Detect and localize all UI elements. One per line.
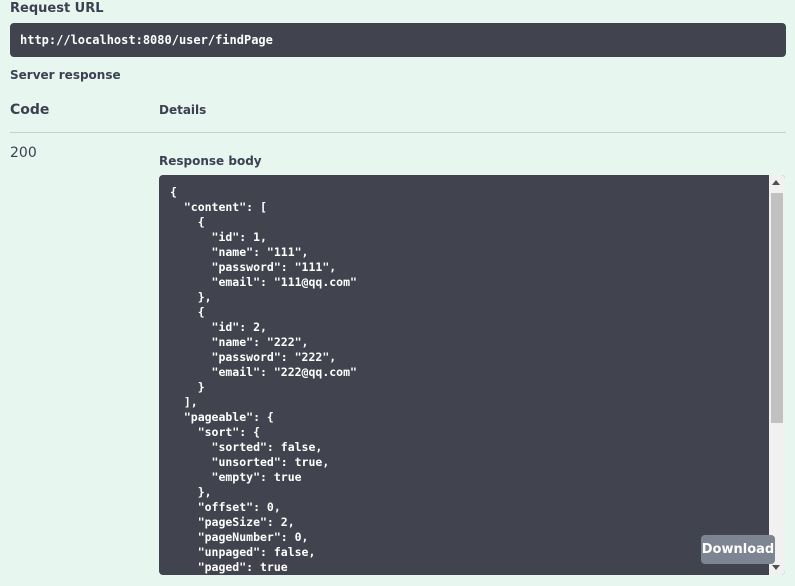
- details-column-header: Details: [159, 103, 207, 117]
- response-body-label: Response body: [159, 154, 262, 168]
- request-url-box: http://localhost:8080/user/findPage: [10, 23, 786, 57]
- server-response-heading: Server response: [10, 68, 121, 82]
- code-column-header: Code: [10, 102, 50, 118]
- scroll-up-arrow-icon[interactable]: [772, 180, 780, 185]
- response-body-json[interactable]: { "content": [ { "id": 1, "name": "111",…: [170, 185, 357, 575]
- request-url-label: Request URL: [10, 1, 104, 16]
- request-url-value[interactable]: http://localhost:8080/user/findPage: [20, 33, 273, 47]
- response-body-scrollbar[interactable]: [769, 175, 785, 575]
- scroll-down-arrow-icon[interactable]: [772, 565, 780, 570]
- response-status-code: 200: [10, 145, 37, 161]
- table-header-divider: [10, 132, 786, 133]
- scroll-thumb[interactable]: [771, 193, 783, 423]
- download-button[interactable]: Download: [701, 535, 775, 564]
- response-body-block[interactable]: { "content": [ { "id": 1, "name": "111",…: [159, 175, 785, 575]
